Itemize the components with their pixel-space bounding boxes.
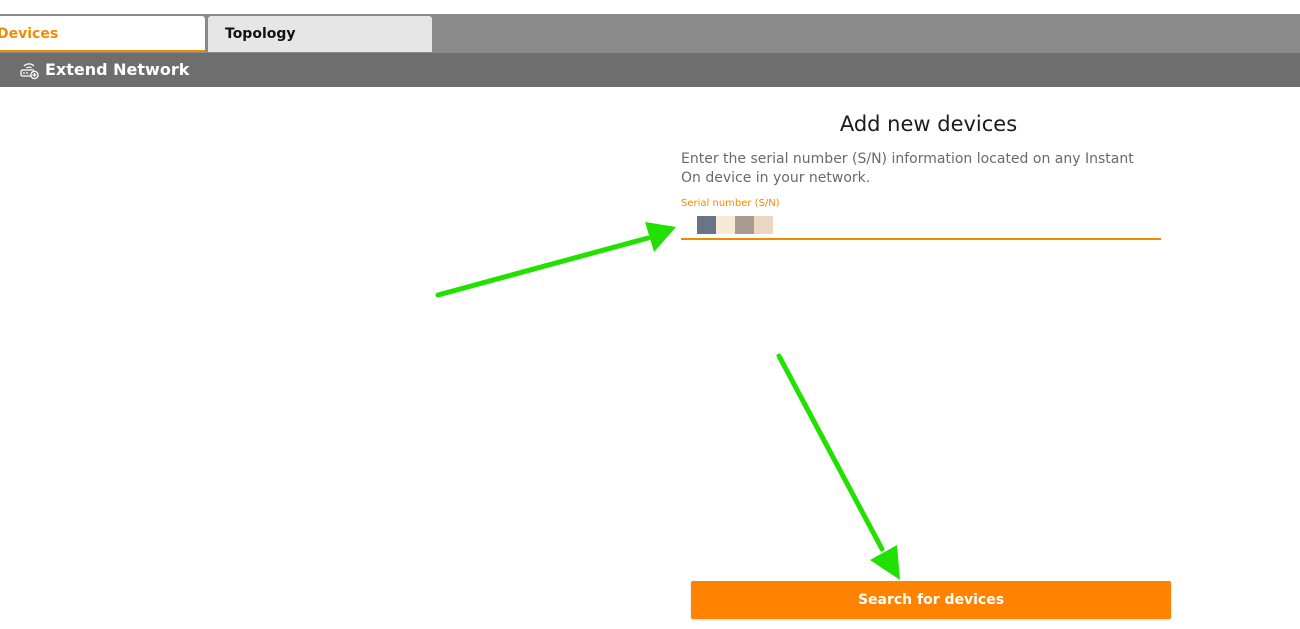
annotation-arrowhead-button [870, 545, 900, 580]
tab-bar: Devices Topology [0, 14, 1300, 53]
page-title: Extend Network [45, 60, 190, 79]
search-for-devices-button[interactable]: Search for devices [691, 581, 1171, 619]
serial-number-label: Serial number (S/N) [681, 198, 780, 209]
window-top-strip [0, 0, 1300, 15]
annotation-arrows [435, 222, 900, 580]
annotation-arrow-to-input [435, 235, 651, 298]
section-title: Add new devices [839, 112, 1018, 136]
tab-devices[interactable]: Devices [0, 16, 205, 52]
annotation-arrowhead-input [645, 222, 676, 252]
tab-topology[interactable]: Topology [208, 16, 432, 52]
page-header: Extend Network [0, 53, 1300, 87]
router-add-icon [20, 63, 39, 80]
section-description: Enter the serial number (S/N) informatio… [681, 151, 1134, 186]
redacted-serial-value [697, 216, 773, 234]
annotation-arrow-to-button [776, 353, 885, 552]
